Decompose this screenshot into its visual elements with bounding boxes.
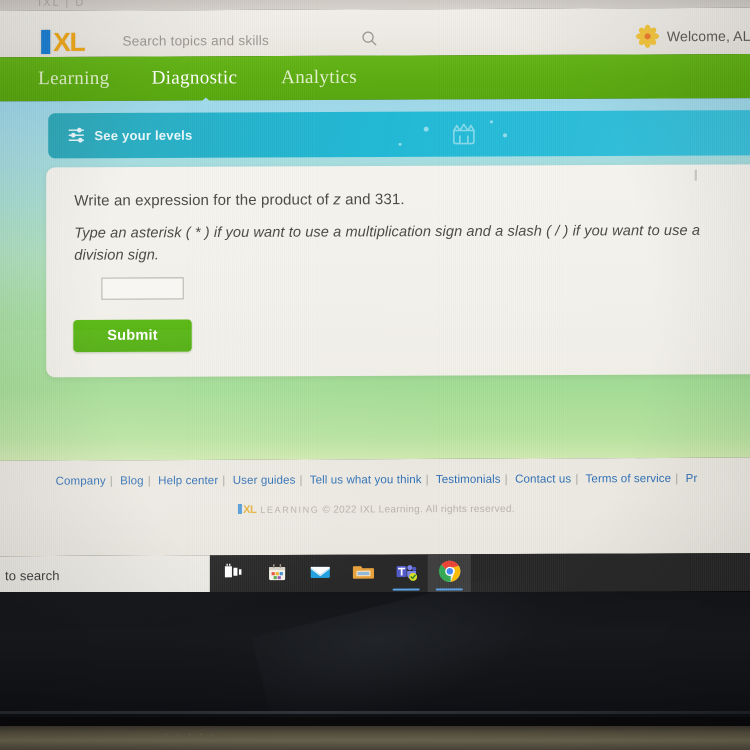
store-icon [267,561,287,586]
submit-button[interactable]: Submit [73,319,192,353]
question-prompt-prefix: Write an expression for the product of [74,191,334,210]
browser-tab-ghost-text: IXL | D [38,0,86,9]
search-bar[interactable] [122,27,383,52]
sparkle-decoration [489,120,493,124]
footer-separator: | [675,472,679,485]
footer-separator: | [109,475,113,488]
see-your-levels-label: See your levels [94,127,193,144]
nav-item-diagnostic[interactable]: Diagnostic [152,67,238,89]
account-area[interactable]: Welcome, ALY [636,24,750,49]
footer-separator: | [147,475,151,488]
footer-logo-xl: XL [243,503,257,516]
nav-item-learning[interactable]: Learning [38,68,109,90]
desk-blurred-text: · · · · · [165,729,217,739]
footer-logo-i-block [238,503,243,515]
site-header: XL Search topics and skills Welcome, ALY [0,7,750,58]
footer-link-help-center[interactable]: Help center [158,475,218,487]
search-input[interactable] [122,32,354,49]
browser-screen: IXL | D XL Search topics and skills Welc… [0,0,750,595]
question-variable: z [333,191,341,209]
welcome-text: Welcome, ALY [666,27,750,45]
search-icon[interactable] [361,30,377,46]
desk-surface [0,726,750,750]
question-prompt-suffix: and 331. [340,191,405,209]
sparkle-decoration [423,126,429,132]
logo-xl-wordmark: XL [53,26,85,57]
bezel-hinge-line [0,711,750,714]
ixl-logo[interactable]: XL [41,26,85,57]
see-your-levels-banner[interactable]: See your levels [48,110,750,159]
taskbar-item-file-explorer[interactable] [341,555,384,593]
logo-i-block [41,29,51,55]
taskbar-item-mail[interactable] [298,555,341,593]
windows-taskbar: to search [0,552,750,595]
active-tab-arrow [196,97,215,106]
taskbar-item-task-view[interactable] [212,555,255,593]
chrome-icon [437,559,461,588]
crown-icon [449,119,479,149]
sliders-icon [67,125,87,145]
footer-link-blog[interactable]: Blog [120,475,144,487]
taskbar-running-indicator [392,588,420,591]
taskbar-item-store[interactable] [255,555,298,593]
footer-separator: | [575,473,579,486]
taskbar-search-text: to search [5,567,60,583]
footer-link-contact-us[interactable]: Contact us [515,473,571,485]
file-explorer-icon [352,561,374,586]
footer-link-privacy[interactable]: Pr [686,473,698,485]
footer-links: Company | Blog | Help center | User guides |… [0,473,750,488]
laptop-screen-photo: IXL | D XL Search topics and skills Welc… [0,0,750,750]
task-view-icon [223,562,243,587]
footer-separator: | [504,473,508,486]
footer-separator: | [425,474,429,487]
main-nav: Learning Diagnostic Analytics [0,53,750,102]
footer-separator: | [222,474,226,487]
answer-input[interactable] [101,277,184,300]
sparkle-decoration [398,142,402,146]
taskbar-icons [212,554,471,593]
nav-item-analytics[interactable]: Analytics [281,67,357,89]
footer-copyright: XL LEARNING © 2022 IXL Learning. All righ… [0,502,750,517]
footer-logo-learning: LEARNING [260,504,320,515]
question-instructions: Type an asterisk ( * ) if you want to us… [74,222,701,264]
footer-separator: | [299,474,303,487]
flower-icon [636,24,660,48]
footer-link-company[interactable]: Company [56,475,106,487]
card-edge-artifact [694,169,697,181]
sparkle-decoration [503,133,508,138]
question-prompt: Write an expression for the product of z… [74,191,404,210]
taskbar-item-teams[interactable] [385,554,428,592]
taskbar-search-box[interactable]: to search [0,555,210,595]
site-footer: Company | Blog | Help center | User guides |… [0,457,750,557]
mail-icon [309,561,331,586]
footer-link-feedback[interactable]: Tell us what you think [310,474,422,487]
footer-link-terms[interactable]: Terms of service [586,473,672,485]
footer-link-user-guides[interactable]: User guides [233,475,296,487]
footer-copyright-text: © 2022 IXL Learning. All rights reserved… [322,503,515,516]
question-card: Write an expression for the product of z… [46,164,750,378]
footer-link-testimonials[interactable]: Testimonials [436,474,501,486]
teams-icon [394,561,418,586]
